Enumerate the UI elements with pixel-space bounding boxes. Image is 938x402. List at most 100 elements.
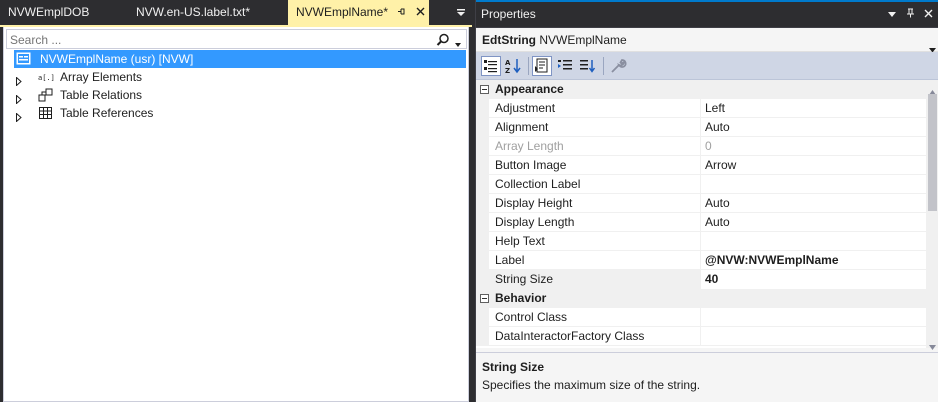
property-name: Help Text (495, 234, 545, 248)
close-icon[interactable] (921, 8, 935, 22)
panel-title: Properties (481, 7, 536, 21)
pin-icon[interactable] (397, 1, 406, 26)
property-row-help-text[interactable]: Help Text (476, 232, 926, 251)
category-behavior[interactable]: Behavior (476, 289, 926, 308)
events-view-icon[interactable] (555, 56, 575, 76)
property-row-button-image[interactable]: Button Image Arrow (476, 156, 926, 175)
table-relations-icon (38, 88, 54, 102)
table-references-icon (38, 106, 54, 120)
property-value: 0 (700, 137, 926, 156)
property-value[interactable]: Auto (700, 194, 926, 213)
element-designer: NVWEmplName (usr) [NVW] a[.] Array Eleme… (3, 27, 469, 402)
tree-root-node[interactable]: NVWEmplName (usr) [NVW] (14, 50, 466, 68)
description-text: Specifies the maximum size of the string… (482, 378, 701, 392)
tab-label: NVWEmplDOB (8, 5, 90, 19)
chevron-down-icon[interactable] (454, 37, 462, 47)
description-title: String Size (482, 360, 545, 374)
row-gutter (476, 213, 489, 232)
tab-nvwempldob[interactable]: NVWEmplDOB (0, 0, 97, 25)
property-value[interactable]: Auto (700, 118, 926, 137)
tree-node-table-references[interactable]: Table References (4, 104, 468, 123)
property-value[interactable] (700, 308, 926, 327)
row-gutter (476, 156, 489, 175)
scroll-down-icon[interactable] (929, 339, 936, 350)
search-box[interactable] (6, 29, 467, 49)
property-row-string-size[interactable]: String Size 40 (476, 270, 926, 289)
object-type: EdtString (482, 33, 536, 47)
property-row-datainteractorfactory-class[interactable]: DataInteractorFactory Class (476, 327, 926, 346)
tab-nvwemplname[interactable]: NVWEmplName* (288, 0, 429, 25)
svg-text:Z: Z (505, 67, 510, 75)
property-row-control-class[interactable]: Control Class (476, 308, 926, 327)
property-value[interactable] (700, 327, 926, 346)
property-pages-icon[interactable] (577, 56, 597, 76)
tab-label-file[interactable]: NVW.en-US.label.txt* (128, 0, 258, 25)
tab-overflow-dropdown-icon[interactable] (456, 7, 466, 17)
alphabetical-sort-icon[interactable]: AZ (504, 56, 524, 76)
property-name: Display Length (495, 215, 575, 229)
property-row-alignment[interactable]: Alignment Auto (476, 118, 926, 137)
properties-panel: Properties EdtString NVWEmplName AZ Appe… (475, 0, 938, 402)
vertical-scrollbar[interactable] (926, 80, 938, 350)
row-gutter (476, 118, 489, 137)
tree-node-array-elements[interactable]: a[.] Array Elements (4, 68, 468, 87)
element-tree: NVWEmplName (usr) [NVW] a[.] Array Eleme… (4, 50, 468, 123)
expand-arrow-icon[interactable] (16, 109, 22, 123)
svg-text:a[.]: a[.] (38, 74, 54, 82)
search-input[interactable] (10, 31, 430, 48)
property-value[interactable] (700, 175, 926, 194)
close-icon[interactable] (416, 0, 425, 25)
property-name: Adjustment (495, 101, 556, 115)
tree-node-table-relations[interactable]: Table Relations (4, 86, 468, 105)
chevron-down-icon[interactable] (929, 37, 936, 53)
property-name: Display Height (495, 196, 573, 210)
property-row-collection-label[interactable]: Collection Label (476, 175, 926, 194)
property-row-adjustment[interactable]: Adjustment Left (476, 99, 926, 118)
property-value[interactable] (700, 232, 926, 251)
panel-dropdown-icon[interactable] (885, 8, 899, 22)
property-value[interactable]: 40 (700, 270, 926, 289)
scroll-up-icon[interactable] (929, 84, 936, 95)
collapse-icon[interactable] (480, 294, 489, 303)
property-name: Label (495, 253, 525, 267)
collapse-icon[interactable] (480, 85, 489, 94)
property-value[interactable]: Auto (700, 213, 926, 232)
tree-node-label: Array Elements (60, 70, 143, 84)
wrench-icon[interactable] (608, 56, 628, 76)
tab-label: NVWEmplName* (296, 5, 389, 19)
category-label: Behavior (495, 291, 547, 305)
category-appearance[interactable]: Appearance (476, 80, 926, 99)
document-tab-bar: NVWEmplDOB NVW.en-US.label.txt* NVWEmplN… (0, 0, 472, 27)
tree-node-label: Table Relations (60, 88, 143, 102)
property-row-array-length[interactable]: Array Length 0 (476, 137, 926, 156)
expand-arrow-icon[interactable] (16, 73, 22, 87)
svg-text:A: A (505, 59, 511, 67)
property-description: String Size Specifies the maximum size o… (476, 352, 938, 402)
properties-toolbar: AZ (476, 52, 938, 80)
row-gutter (476, 270, 489, 289)
scrollbar-thumb[interactable] (928, 94, 937, 211)
property-name: DataInteractorFactory Class (495, 329, 645, 343)
pin-icon[interactable] (903, 8, 917, 22)
array-elements-icon: a[.] (38, 70, 55, 84)
property-name: Collection Label (495, 177, 581, 191)
property-name: String Size (495, 272, 554, 286)
property-row-label[interactable]: Label @NVW:NVWEmplName (476, 251, 926, 270)
property-name: Button Image (495, 158, 567, 172)
properties-view-icon[interactable] (532, 56, 552, 76)
document-well: NVWEmplDOB NVW.en-US.label.txt* NVWEmplN… (0, 0, 472, 402)
property-row-display-length[interactable]: Display Length Auto (476, 213, 926, 232)
edt-icon (16, 52, 32, 66)
object-selector[interactable]: EdtString NVWEmplName (476, 28, 938, 53)
row-gutter (476, 327, 489, 346)
search-icon[interactable] (436, 33, 450, 47)
property-value[interactable]: Arrow (700, 156, 926, 175)
expand-arrow-icon[interactable] (16, 91, 22, 105)
toolbar-separator (603, 57, 604, 75)
property-name: Alignment (495, 120, 549, 134)
property-row-display-height[interactable]: Display Height Auto (476, 194, 926, 213)
property-value[interactable]: @NVW:NVWEmplName (700, 251, 926, 270)
row-gutter (476, 251, 489, 270)
property-value[interactable]: Left (700, 99, 926, 118)
categorized-view-icon[interactable] (481, 56, 501, 76)
